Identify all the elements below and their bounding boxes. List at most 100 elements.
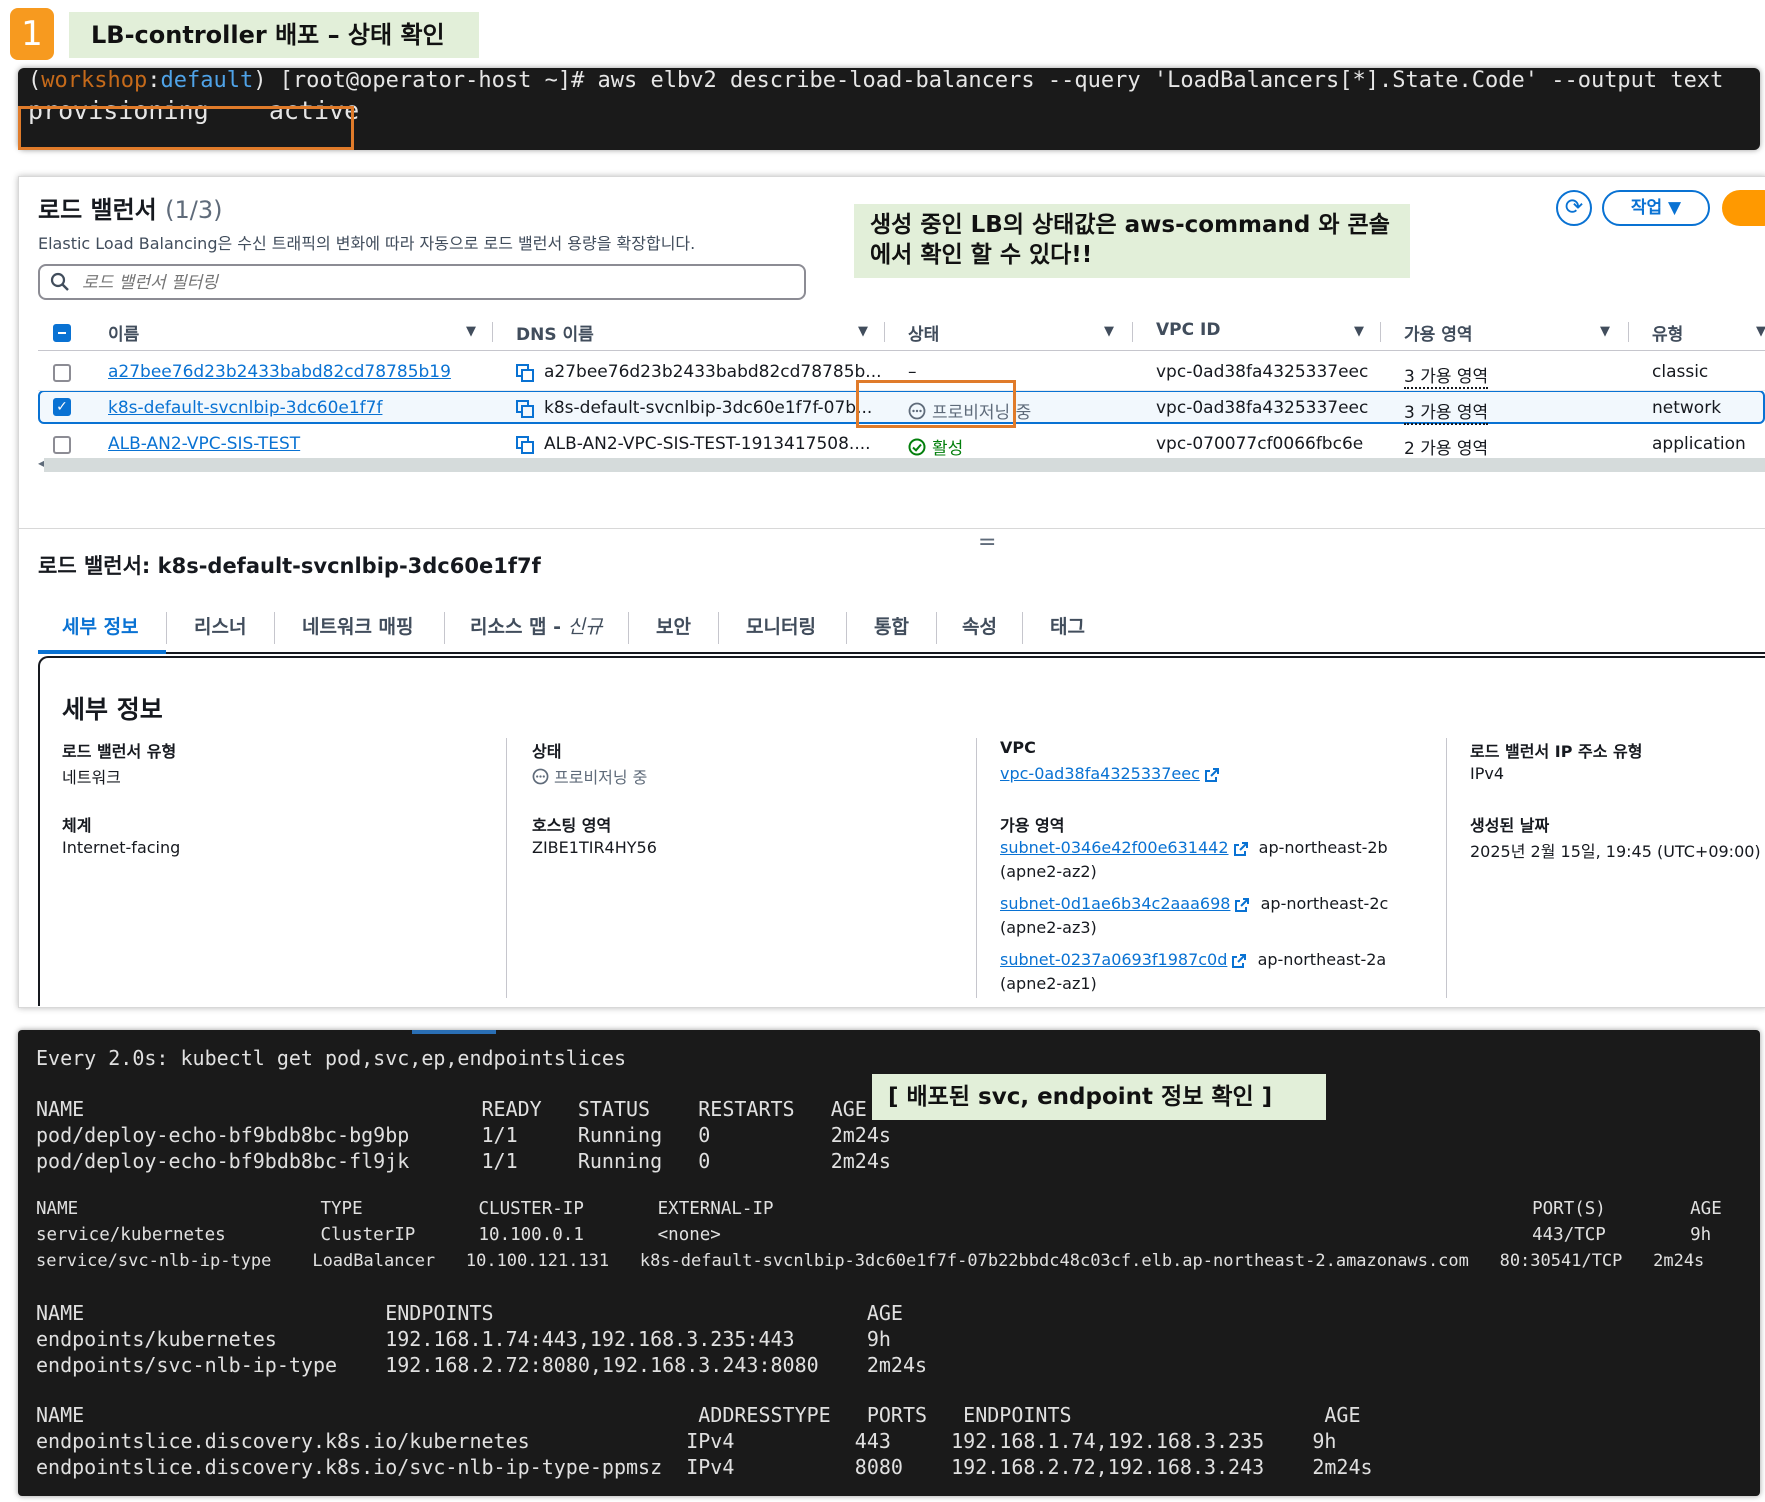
- column-header-az[interactable]: 가용 영역: [1404, 320, 1472, 345]
- vpc-link-row: vpc-0ad38fa4325337eec: [1000, 764, 1220, 783]
- lb-type-label: 로드 밸런서 유형: [62, 742, 177, 761]
- lb-type: application: [1652, 434, 1746, 454]
- pending-icon: [532, 768, 549, 785]
- lb-name-link[interactable]: ALB-AN2-VPC-SIS-TEST: [108, 434, 300, 454]
- column-divider: [976, 738, 977, 998]
- lb-name-link[interactable]: a27bee76d23b2433babd82cd78785b19: [108, 362, 451, 382]
- external-link-icon[interactable]: [1204, 767, 1220, 783]
- sort-icon[interactable]: ▼: [858, 324, 868, 339]
- subnet-link[interactable]: subnet-0d1ae6b34c2aaa698: [1000, 894, 1230, 913]
- terminal-line: endpointslice.discovery.k8s.io/svc-nlb-i…: [36, 1455, 1373, 1479]
- sort-icon[interactable]: ▼: [1354, 324, 1364, 339]
- sort-icon[interactable]: ▼: [1756, 324, 1765, 339]
- tab-divider: [274, 612, 275, 644]
- column-header-type[interactable]: 유형: [1652, 320, 1683, 345]
- lb-name-link[interactable]: k8s-default-svcnlbip-3dc60e1f7f: [108, 398, 382, 418]
- az-count[interactable]: 3 가용 영역: [1404, 398, 1489, 425]
- output-highlight: [18, 106, 354, 150]
- column-divider: [492, 322, 493, 342]
- detail-title: 로드 밸런서: k8s-default-svcnlbip-3dc60e1f7f: [38, 554, 541, 578]
- column-header-dns[interactable]: DNS 이름: [516, 320, 594, 345]
- subnet-zone: ap-northeast-2a: [1257, 950, 1387, 969]
- actions-button[interactable]: 작업 ▼: [1602, 190, 1710, 226]
- lb-type: classic: [1652, 362, 1709, 382]
- resize-handle-icon[interactable]: =: [978, 530, 996, 555]
- lb-type: network: [1652, 398, 1722, 418]
- external-link-icon[interactable]: [1231, 953, 1247, 969]
- sort-icon[interactable]: ▼: [466, 324, 476, 339]
- terminal-line: endpointslice.discovery.k8s.io/kubernete…: [36, 1429, 1337, 1453]
- page-title: 로드 밸런서 (1/3): [38, 196, 223, 224]
- column-divider: [884, 322, 885, 342]
- active-tab-indicator: [38, 650, 166, 654]
- tab-security[interactable]: 보안: [656, 612, 691, 639]
- terminal-line: NAME ADDRESSTYPE PORTS ENDPOINTS AGE: [36, 1403, 1361, 1427]
- create-button[interactable]: [1722, 190, 1765, 226]
- status-text: 활성: [932, 439, 964, 459]
- tab-listeners[interactable]: 리스너: [194, 612, 246, 639]
- subnet-az-id: (apne2-az2): [1000, 862, 1097, 881]
- command-line: (workshop:default) [root@operator-host ~…: [28, 68, 1724, 93]
- tab-divider: [1022, 612, 1023, 644]
- subnet-row: subnet-0d1ae6b34c2aaa698 ap-northeast-2c: [1000, 894, 1388, 913]
- vpc-link[interactable]: vpc-0ad38fa4325337eec: [1000, 764, 1200, 783]
- column-header-name[interactable]: 이름: [108, 320, 139, 345]
- ip-type-label: 로드 밸런서 IP 주소 유형: [1470, 742, 1643, 761]
- external-link-icon[interactable]: [1233, 841, 1249, 857]
- success-icon: [908, 438, 926, 456]
- status-value: 프로비저닝 중: [554, 768, 648, 787]
- tab-attributes[interactable]: 속성: [962, 612, 997, 639]
- subnet-az-id: (apne2-az1): [1000, 974, 1097, 993]
- row-checkbox[interactable]: [53, 436, 71, 454]
- scheme-value: Internet-facing: [62, 838, 181, 857]
- terminal-line: Every 2.0s: kubectl get pod,svc,ep,endpo…: [36, 1046, 627, 1070]
- az-label: 가용 영역: [1000, 816, 1065, 835]
- select-all-checkbox[interactable]: [53, 324, 71, 342]
- copy-icon[interactable]: [516, 400, 534, 418]
- subnet-row: subnet-0237a0693f1987c0d ap-northeast-2a: [1000, 950, 1386, 969]
- subnet-row: subnet-0346e42f00e631442 ap-northeast-2b: [1000, 838, 1388, 857]
- tab-tags[interactable]: 태그: [1050, 612, 1085, 639]
- refresh-button[interactable]: ⟳: [1556, 190, 1592, 226]
- created-value: 2025년 2월 15일, 19:45 (UTC+09:00): [1470, 842, 1761, 861]
- terminal-tab-indicator: [412, 1030, 496, 1034]
- tab-network-mapping[interactable]: 네트워크 매핑: [302, 612, 414, 639]
- tab-divider: [846, 612, 847, 644]
- tab-divider: [628, 612, 629, 644]
- tab-integrations[interactable]: 통합: [874, 612, 909, 639]
- vpc-id: vpc-0ad38fa4325337eec: [1156, 362, 1369, 382]
- subnet-link[interactable]: subnet-0346e42f00e631442: [1000, 838, 1229, 857]
- vpc-id: vpc-0ad38fa4325337eec: [1156, 398, 1369, 418]
- subnet-zone: ap-northeast-2c: [1260, 894, 1389, 913]
- terminal-line: service/kubernetes ClusterIP 10.100.0.1 …: [36, 1225, 1712, 1245]
- az-count[interactable]: 2 가용 영역: [1404, 434, 1489, 461]
- tab-details[interactable]: 세부 정보: [62, 612, 139, 639]
- column-header-vpc[interactable]: VPC ID: [1156, 320, 1220, 340]
- row-checkbox[interactable]: [53, 364, 71, 382]
- terminal-line: pod/deploy-echo-bf9bdb8bc-bg9bp 1/1 Runn…: [36, 1123, 891, 1147]
- terminal-line: endpoints/svc-nlb-ip-type 192.168.2.72:8…: [36, 1353, 928, 1377]
- status-highlight: [856, 380, 1016, 428]
- subnet-zone: ap-northeast-2b: [1258, 838, 1388, 857]
- tab-divider: [718, 612, 719, 644]
- column-divider: [1132, 322, 1133, 342]
- sort-icon[interactable]: ▼: [1600, 324, 1610, 339]
- annotation-note-svc: [ 배포된 svc, endpoint 정보 확인 ]: [872, 1074, 1326, 1120]
- terminal-line: endpoints/kubernetes 192.168.1.74:443,19…: [36, 1327, 891, 1351]
- sort-icon[interactable]: ▼: [1104, 324, 1114, 339]
- external-link-icon[interactable]: [1234, 897, 1250, 913]
- horizontal-scrollbar[interactable]: [44, 458, 1765, 472]
- search-icon: [50, 272, 69, 291]
- tab-resource-map[interactable]: 리소스 맵 - 신규: [470, 612, 603, 639]
- az-count[interactable]: 3 가용 영역: [1404, 362, 1489, 389]
- subnet-link[interactable]: subnet-0237a0693f1987c0d: [1000, 950, 1227, 969]
- tab-monitoring[interactable]: 모니터링: [746, 612, 816, 639]
- vpc-label: VPC: [1000, 738, 1036, 757]
- row-checkbox-checked[interactable]: ✓: [53, 398, 71, 416]
- column-header-status[interactable]: 상태: [908, 320, 939, 345]
- filter-input[interactable]: [80, 268, 784, 298]
- terminal-line: NAME TYPE CLUSTER-IP EXTERNAL-IP PORT(S)…: [36, 1199, 1722, 1219]
- copy-icon[interactable]: [516, 436, 534, 454]
- tab-divider: [166, 612, 167, 644]
- copy-icon[interactable]: [516, 364, 534, 382]
